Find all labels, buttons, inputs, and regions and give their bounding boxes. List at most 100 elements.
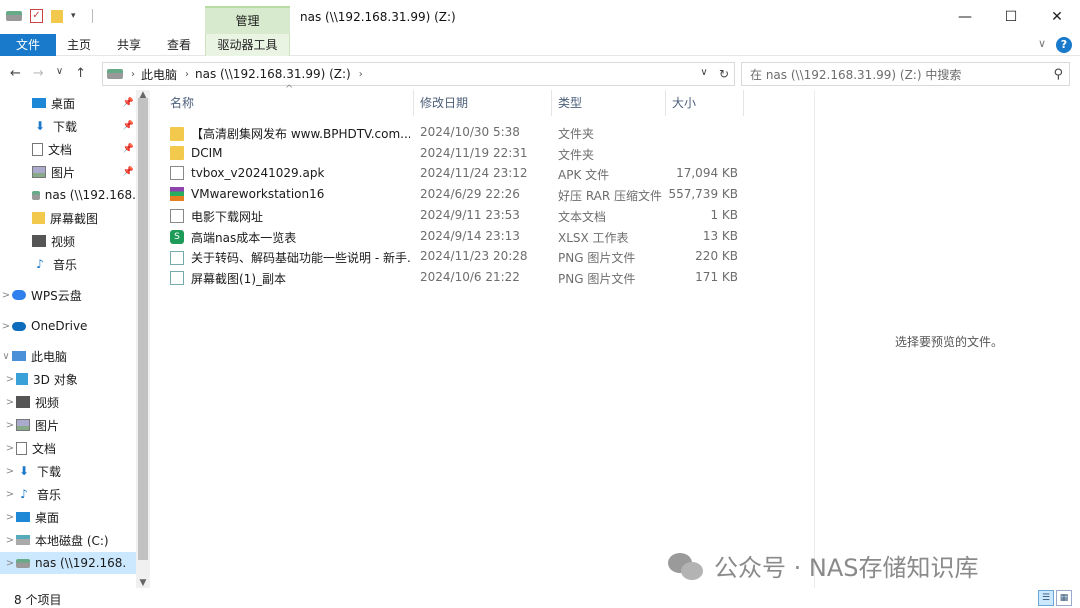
chevron-right-icon[interactable]: › (131, 69, 135, 80)
file-name-cell: 电影下载网址 (170, 208, 410, 225)
file-row[interactable]: 屏幕截图(1)_副本 2024/10/6 21:22 PNG 图片文件 171 KB (164, 267, 744, 288)
large-icons-view-icon[interactable]: ▦ (1056, 590, 1072, 606)
sidebar-item[interactable]: > 本地磁盘 (C:) (0, 529, 136, 551)
wps-cloud-icon (12, 290, 26, 300)
forward-button[interactable]: → (33, 66, 44, 81)
sidebar-item[interactable]: nas (\\192.168. (0, 184, 136, 206)
sidebar-item[interactable]: 桌面 📌 (0, 92, 136, 114)
properties-icon[interactable]: ✓ (30, 9, 43, 23)
column-header-size[interactable]: 大小 (666, 90, 744, 116)
recent-locations-button[interactable]: ∨ (56, 66, 63, 81)
scroll-down-icon[interactable]: ▼ (136, 578, 150, 588)
pin-icon: 📌 (122, 167, 134, 177)
close-button[interactable]: ✕ (1034, 0, 1080, 34)
sidebar-item[interactable]: ∨ 此电脑 (0, 345, 136, 367)
sidebar-item[interactable]: 视频 (0, 230, 136, 252)
local-disk-icon (16, 535, 30, 545)
sidebar-item[interactable]: ♪ 音乐 (0, 253, 136, 275)
sidebar-item[interactable]: ⬇ 下载 📌 (0, 115, 136, 137)
title-bar: ✓ ▾ 管理 nas (\\192.168.31.99) (Z:) — ☐ ✕ (0, 0, 1080, 34)
chevron-right-icon[interactable]: > (4, 535, 16, 546)
chevron-down-icon[interactable]: ∨ (0, 351, 12, 362)
sidebar-item[interactable]: > 文档 (0, 437, 136, 459)
search-input[interactable]: 在 nas (\\192.168.31.99) (Z:) 中搜索 ⚲ (741, 62, 1070, 86)
watermark: 公众号 · NAS存储知识库 (668, 548, 979, 583)
sidebar-item[interactable]: > ♪ 音乐 (0, 483, 136, 505)
chevron-right-icon[interactable]: > (0, 321, 12, 332)
chevron-down-icon[interactable]: ∨ (694, 67, 714, 81)
file-name-cell: VMwareworkstation16 (170, 187, 410, 202)
chevron-right-icon[interactable]: > (4, 397, 16, 408)
maximize-button[interactable]: ☐ (988, 0, 1034, 34)
column-header-date[interactable]: 修改日期 (414, 90, 552, 116)
chevron-right-icon[interactable]: › (185, 69, 189, 80)
back-button[interactable]: ← (10, 66, 21, 81)
text-file-icon (170, 209, 184, 224)
sidebar-item-label: OneDrive (31, 319, 88, 333)
chevron-right-icon[interactable]: > (4, 374, 16, 385)
navigation-pane: 桌面 📌 ⬇ 下载 📌 文档 📌 图片 📌 nas (\\192.168. 屏幕截图 视频 ♪ 音乐 > WP… (0, 90, 150, 588)
sidebar-item[interactable]: > 图片 (0, 414, 136, 436)
file-row[interactable]: 关于转码、解码基础功能一些说明 - 新手... 2024/11/23 20:28 P… (164, 246, 744, 267)
navigation-row: ← → ∨ ↑ › 此电脑 › nas (\\192.168.31.99) (Z… (0, 60, 1080, 88)
help-icon[interactable]: ? (1056, 37, 1072, 53)
column-date-label: 修改日期 (420, 96, 469, 110)
up-button[interactable]: ↑ (75, 66, 86, 81)
sidebar-item[interactable]: > WPS云盘 (0, 284, 136, 306)
tab-drive-tools[interactable]: 驱动器工具 (205, 34, 290, 56)
tab-share[interactable]: 共享 (117, 34, 141, 56)
chevron-right-icon[interactable]: > (0, 290, 12, 301)
sidebar-item[interactable]: 文档 📌 (0, 138, 136, 160)
file-row[interactable]: tvbox_v20241029.apk 2024/11/24 23:12 APK 文… (164, 163, 744, 184)
file-row[interactable]: VMwareworkstation16 2024/6/29 22:26 好压 RAR… (164, 184, 744, 205)
manage-context-tab[interactable]: 管理 (205, 6, 290, 34)
sort-ascending-icon: ^ (285, 84, 294, 95)
sidebar-item[interactable]: > ⬇ 下载 (0, 460, 136, 482)
sidebar-item[interactable]: > OneDrive (0, 315, 136, 337)
sidebar-item[interactable]: > 视频 (0, 391, 136, 413)
file-row[interactable]: 电影下载网址 2024/9/11 23:53 文本文档 1 KB (164, 205, 744, 226)
tab-file[interactable]: 文件 (0, 34, 56, 56)
navigation-scrollbar[interactable]: ▲ ▼ (136, 90, 150, 588)
sidebar-item[interactable]: 屏幕截图 (0, 207, 136, 229)
file-name-cell: 【高清剧集网发布 www.BPHDTV.com... (170, 125, 410, 142)
sidebar-item-label: 图片 (35, 418, 60, 433)
minimize-button[interactable]: — (942, 0, 988, 34)
rar-icon (170, 187, 184, 202)
window-controls: — ☐ ✕ (942, 0, 1080, 34)
expand-ribbon-button[interactable]: ∨ (1038, 37, 1046, 53)
breadcrumb-this-pc[interactable]: 此电脑 (141, 66, 177, 83)
scrollbar-thumb[interactable] (138, 98, 148, 560)
sidebar-item[interactable]: > 桌面 (0, 506, 136, 528)
sidebar-item[interactable]: 图片 📌 (0, 161, 136, 183)
file-row[interactable]: 【高清剧集网发布 www.BPHDTV.com... 2024/10/30 5:3… (164, 122, 744, 143)
sidebar-item[interactable]: > nas (\\192.168. (0, 552, 136, 574)
network-drive-icon (107, 69, 123, 79)
sidebar-item-label: 下载 (53, 119, 78, 134)
address-bar[interactable]: › 此电脑 › nas (\\192.168.31.99) (Z:) › ∨ ↻ (102, 62, 735, 86)
ribbon-tabs: 文件 主页 共享 查看 驱动器工具 ∨ ? (0, 34, 1080, 56)
file-name-cell: 关于转码、解码基础功能一些说明 - 新手... (170, 249, 410, 266)
breadcrumb-nas[interactable]: nas (\\192.168.31.99) (Z:) (195, 67, 351, 81)
chevron-right-icon[interactable]: > (4, 443, 16, 454)
chevron-right-icon[interactable]: > (4, 420, 16, 431)
details-view-icon[interactable]: ☰ (1038, 590, 1054, 606)
file-date: 2024/9/14 23:13 (420, 228, 520, 243)
chevron-right-icon[interactable]: > (4, 466, 16, 477)
new-folder-icon[interactable] (51, 9, 63, 23)
chevron-right-icon[interactable]: > (4, 489, 16, 500)
sidebar-item[interactable]: >3D 对象 (0, 368, 136, 390)
refresh-button[interactable]: ↻ (714, 67, 734, 81)
chevron-right-icon[interactable]: > (4, 512, 16, 523)
chevron-right-icon[interactable]: › (359, 69, 363, 80)
column-header-type[interactable]: 类型 (552, 90, 666, 116)
chevron-right-icon[interactable]: > (4, 558, 16, 569)
file-type: 文件夹 (558, 147, 595, 162)
file-row[interactable]: DCIM 2024/11/19 22:31 文件夹 (164, 143, 744, 164)
search-icon[interactable]: ⚲ (1053, 67, 1063, 82)
file-date: 2024/10/6 21:22 (420, 269, 520, 284)
tab-view[interactable]: 查看 (167, 34, 191, 56)
customize-toolbar-icon[interactable]: ▾ (71, 11, 76, 21)
tab-home[interactable]: 主页 (67, 34, 91, 56)
file-row[interactable]: S 高端nas成本一览表 2024/9/14 23:13 XLSX 工作表 13 KB (164, 226, 744, 247)
